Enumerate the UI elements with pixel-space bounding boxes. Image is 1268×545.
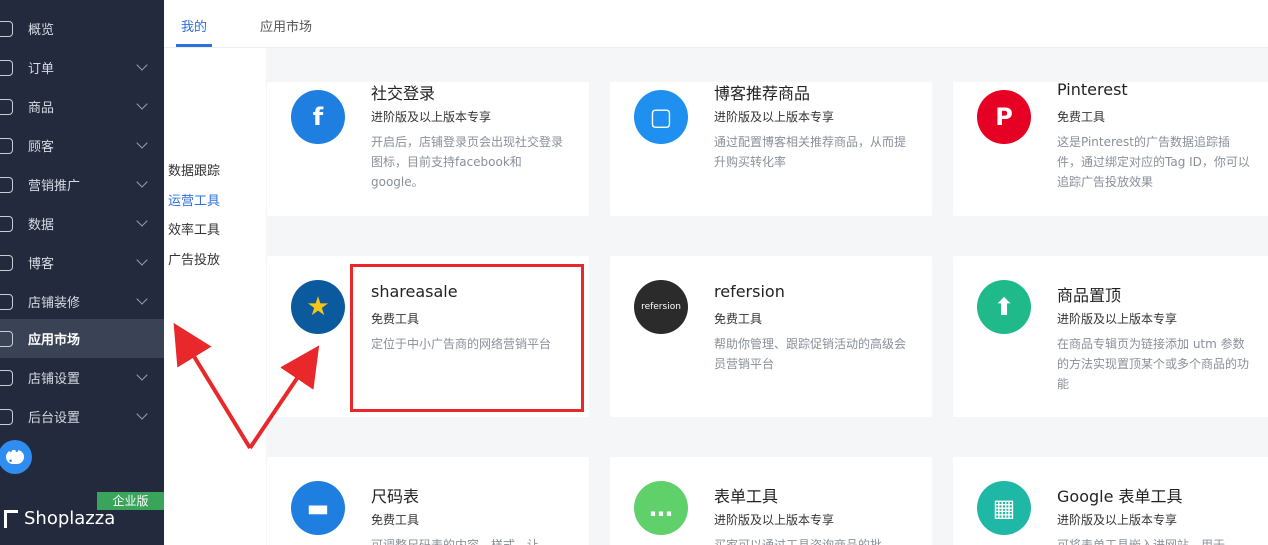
arrow-to-app-market: [173, 322, 252, 450]
annotation-arrows: [173, 322, 320, 450]
arrow-to-shareasale: [248, 345, 320, 450]
